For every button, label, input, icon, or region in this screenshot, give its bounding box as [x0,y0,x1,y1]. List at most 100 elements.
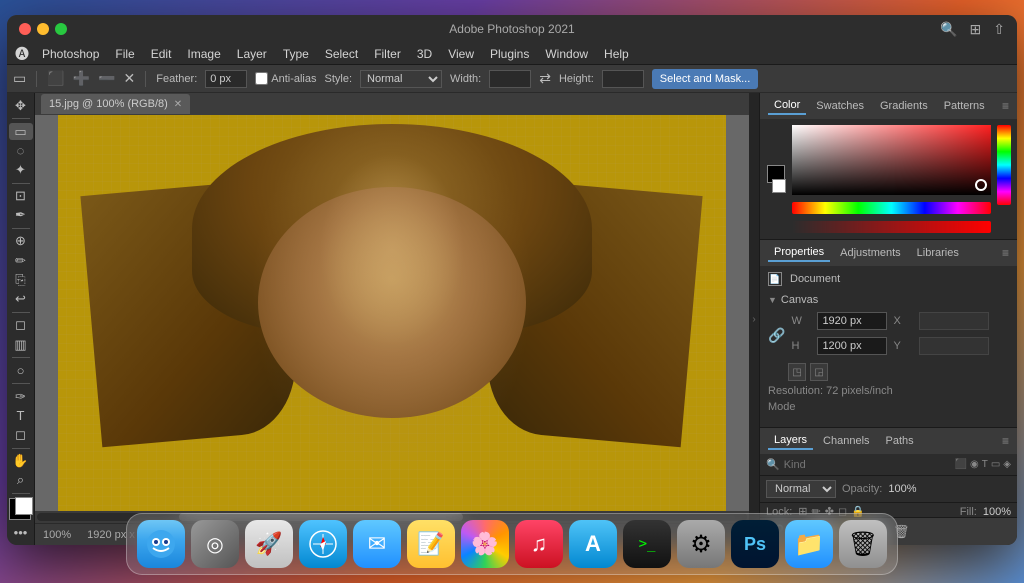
menu-help[interactable]: Help [597,45,636,63]
menu-3d[interactable]: 3D [410,45,439,63]
swap-icon[interactable]: ⇄ [539,70,551,87]
canvas-scroll-area[interactable] [35,115,749,511]
layers-panel-menu-icon[interactable]: ≡ [1002,434,1009,448]
dock-appstore[interactable]: A [569,520,617,568]
link-dimensions-icon[interactable]: 🔗 [768,327,785,344]
menu-layer[interactable]: Layer [230,45,274,63]
dock-launchpad[interactable]: 🚀 [245,520,293,568]
dock-siri[interactable]: ◎ [191,520,239,568]
subtract-selection-icon[interactable]: ➖ [98,70,115,87]
quick-select-tool[interactable]: ✦ [9,162,33,179]
background-color[interactable] [15,497,33,515]
eyedropper-tool[interactable]: ✒ [9,207,33,224]
alpha-slider[interactable] [792,221,991,233]
dock-notes[interactable]: 📝 [407,520,455,568]
more-tools-button[interactable]: ••• [9,524,33,541]
canvas-height-input[interactable] [817,337,887,355]
spot-heal-tool[interactable]: ⊕ [9,233,33,250]
menu-filter[interactable]: Filter [367,45,408,63]
eraser-tool[interactable]: ◻ [9,317,33,334]
filter-pixel-icon[interactable]: ⬛ [955,459,967,470]
move-tool[interactable]: ✥ [9,97,33,114]
filter-shape-icon[interactable]: ▭ [991,459,1000,470]
filter-smart-icon[interactable]: ◈ [1003,459,1011,470]
properties-panel-menu-icon[interactable]: ≡ [1002,246,1009,260]
canvas-width-input[interactable] [817,312,887,330]
select-mask-button[interactable]: Select and Mask... [652,69,759,89]
properties-tab[interactable]: Properties [768,244,830,262]
anchor-tr-icon[interactable]: ◲ [810,363,828,381]
anti-alias-check[interactable] [255,72,268,85]
filter-type-icon[interactable]: T [982,459,988,470]
dock-system-prefs[interactable]: ⚙ [677,520,725,568]
right-panel-collapse[interactable]: › [749,93,759,545]
libraries-tab[interactable]: Libraries [911,245,965,261]
canvas-tab-15jpg[interactable]: 15.jpg @ 100% (RGB/8) ✕ [41,94,190,114]
channels-tab[interactable]: Channels [817,433,875,449]
history-brush-tool[interactable]: ↩ [9,291,33,308]
blend-mode-select[interactable]: Normal Multiply Screen [766,480,836,498]
height-input[interactable] [602,70,644,88]
gradients-tab[interactable]: Gradients [874,98,934,114]
menu-view[interactable]: View [441,45,481,63]
new-selection-icon[interactable]: ⬛ [47,70,64,87]
menu-window[interactable]: Window [538,45,595,63]
dock-folder[interactable]: 📁 [785,520,833,568]
brush-tool[interactable]: ✏ [9,252,33,269]
type-tool[interactable]: T [9,407,33,424]
gradient-tool[interactable]: ▥ [9,336,33,353]
menu-file[interactable]: File [108,45,141,63]
clone-stamp-tool[interactable]: ⎘ [9,271,33,288]
canvas-tab-close-btn[interactable]: ✕ [174,99,182,110]
layers-tab[interactable]: Layers [768,432,813,450]
color-tab[interactable]: Color [768,97,806,115]
y-position-input[interactable] [919,337,989,355]
layers-kind-input[interactable] [784,459,951,471]
shape-tool[interactable]: ◻ [9,427,33,444]
dock-mail[interactable]: ✉ [353,520,401,568]
dock-photoshop[interactable]: Ps [731,520,779,568]
width-input[interactable] [489,70,531,88]
menu-select[interactable]: Select [318,45,365,63]
x-position-input[interactable] [919,312,989,330]
menu-edit[interactable]: Edit [144,45,179,63]
hue-slider[interactable] [792,202,991,214]
patterns-tab[interactable]: Patterns [938,98,991,114]
maximize-button[interactable] [55,23,67,35]
dock-safari[interactable] [299,520,347,568]
pen-tool[interactable]: ✑ [9,388,33,405]
hand-tool[interactable]: ✋ [9,453,33,470]
dock-trash[interactable]: 🗑 [839,520,887,568]
dodge-tool[interactable]: ○ [9,362,33,379]
arrange-icon[interactable]: ⊞ [970,21,982,38]
filter-adjust-icon[interactable]: ◉ [970,459,979,470]
dock-finder[interactable] [137,520,185,568]
menu-photoshop[interactable]: Photoshop [35,45,106,63]
lasso-tool[interactable]: ◌ [9,142,33,159]
menu-image[interactable]: Image [180,45,227,63]
swatches-tab[interactable]: Swatches [810,98,870,114]
adjustments-tab[interactable]: Adjustments [834,245,907,261]
color-swatch-pair[interactable] [9,498,33,515]
menu-plugins[interactable]: Plugins [483,45,536,63]
minimize-button[interactable] [37,23,49,35]
bg-color-swatch[interactable] [772,179,786,193]
feather-input[interactable] [205,70,247,88]
anchor-tl-icon[interactable]: ◳ [788,363,806,381]
paths-tab[interactable]: Paths [880,433,920,449]
dock-terminal[interactable]: >_ [623,520,671,568]
intersect-selection-icon[interactable]: ✕ [124,70,136,87]
zoom-tool[interactable]: ⌕ [9,472,33,489]
style-select[interactable]: Normal Fixed Ratio Fixed Size [360,70,442,88]
marquee-tool[interactable]: ▭ [9,123,33,140]
color-panel-menu-icon[interactable]: ≡ [1002,99,1009,113]
dock-photos[interactable]: 🌸 [461,520,509,568]
hue-strip[interactable] [997,125,1011,205]
share-icon[interactable]: ⇧ [993,21,1005,38]
add-selection-icon[interactable]: ➕ [73,70,90,87]
anti-alias-checkbox[interactable]: Anti-alias [255,72,316,85]
color-picker-handle[interactable] [975,179,987,191]
menu-type[interactable]: Type [276,45,316,63]
crop-tool[interactable]: ⊡ [9,188,33,205]
dock-music[interactable]: ♫ [515,520,563,568]
